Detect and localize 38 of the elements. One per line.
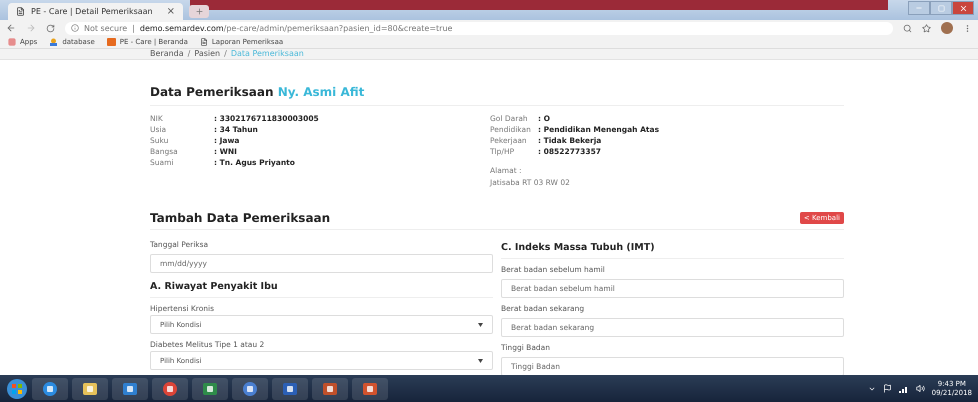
section-heading: A. Riwayat Penyakit Ibu — [150, 281, 493, 298]
plus-icon — [194, 7, 204, 16]
app-icon[interactable] — [362, 380, 378, 396]
breadcrumb-link[interactable]: Beranda — [150, 49, 184, 58]
caret-icon — [478, 322, 483, 326]
page-icon — [16, 7, 25, 16]
apps-icon — [8, 38, 16, 46]
flag-icon[interactable] — [882, 384, 892, 393]
info-icon[interactable] — [71, 24, 79, 32]
caret-icon — [478, 358, 483, 362]
start-button[interactable] — [6, 378, 28, 400]
app-icon[interactable] — [202, 380, 218, 396]
star-icon[interactable] — [922, 24, 931, 32]
breadcrumb-link[interactable]: Pasien — [194, 49, 220, 58]
signal-icon[interactable] — [898, 384, 909, 392]
close-icon — [958, 4, 968, 12]
people-icon — [49, 38, 58, 46]
back-icon[interactable] — [6, 23, 16, 33]
search-icon[interactable] — [903, 24, 912, 32]
app-icon[interactable] — [122, 380, 138, 396]
address-bar[interactable]: Not secure | demo.semardev.com/pe-care/admin/pemeriksaan?pasien_id=80&create=true — [65, 22, 893, 34]
app-icon[interactable] — [322, 380, 338, 396]
maximize-icon — [938, 4, 944, 12]
app-icon[interactable] — [282, 380, 298, 396]
form-title: Tambah Data Pemeriksaan — [150, 211, 330, 225]
breadcrumb-separator: / — [188, 49, 190, 58]
section-heading: C. Indeks Massa Tubuh (IMT) — [501, 242, 844, 259]
close-button[interactable] — [952, 1, 974, 15]
breadcrumb-separator: / — [224, 49, 227, 58]
avatar[interactable] — [941, 22, 953, 34]
reload-icon[interactable] — [46, 24, 55, 32]
patient-heading: Data Pemeriksaan Ny. Asmi Afit — [150, 85, 844, 106]
app-icon[interactable] — [242, 380, 258, 396]
site-icon — [106, 38, 116, 46]
folder-icon[interactable] — [82, 380, 98, 396]
volume-icon[interactable] — [916, 384, 925, 393]
browser-tab[interactable]: PE - Care | Detail Pemeriksaan × — [8, 3, 183, 20]
page-icon — [200, 38, 208, 46]
